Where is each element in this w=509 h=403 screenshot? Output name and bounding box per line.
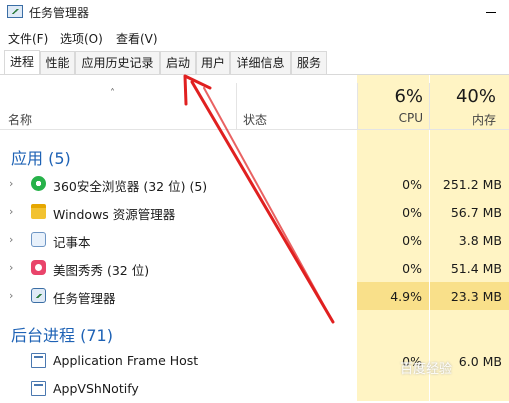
expand-chevron-icon[interactable]: › [9,177,13,190]
expand-chevron-icon[interactable]: › [9,205,13,218]
column-memory[interactable]: 内存 [430,111,496,128]
tab-details[interactable]: 详细信息 [230,51,291,74]
folder-icon [31,204,46,219]
tab-bar: 进程 性能 应用历史记录 启动 用户 详细信息 服务 [0,50,509,75]
memory-cell: 56.7 MB [430,198,509,226]
title-bar: 任务管理器 [0,0,509,26]
memory-value: 6.0 MB [458,354,502,369]
header-divider [0,129,509,130]
memory-cell: 3.8 MB [430,226,509,254]
tab-processes[interactable]: 进程 [4,50,40,75]
table-row[interactable]: › 任务管理器 4.9% 23.3 MB [0,282,509,310]
cpu-cell: 0% [357,170,429,198]
window-icon [31,353,46,368]
process-name: 任务管理器 [53,291,116,306]
process-name: AppVShNotify [53,381,139,396]
process-name: 美图秀秀 (32 位) [53,263,150,278]
cpu-value: 4.9% [390,289,422,304]
tab-performance[interactable]: 性能 [40,51,75,74]
table-row[interactable]: › 美图秀秀 (32 位) 0% 51.4 MB [0,254,509,282]
cpu-value: 0% [402,261,422,276]
sort-ascending-icon: ˄ [110,88,115,99]
column-cpu[interactable]: CPU [357,111,423,125]
memory-cell: 251.2 MB [430,170,509,198]
cpu-value: 0% [402,177,422,192]
menu-view[interactable]: 查看(V) [116,30,158,47]
cpu-cell: 0% [357,254,429,282]
browser-360-icon [31,176,46,191]
memory-value: 51.4 MB [450,261,502,276]
column-name[interactable]: 名称 [8,111,32,128]
task-manager-icon [7,5,23,18]
memory-value: 56.7 MB [450,205,502,220]
notepad-icon [31,232,46,247]
menu-file[interactable]: 文件(F) [8,30,48,47]
meitu-icon [31,260,46,275]
table-row[interactable]: › 记事本 0% 3.8 MB [0,226,509,254]
column-separator[interactable] [236,83,237,130]
memory-cell: 51.4 MB [430,254,509,282]
watermark: 百度经验 [400,362,453,377]
memory-value: 23.3 MB [450,289,502,304]
window-title: 任务管理器 [29,6,90,20]
window-icon [31,381,46,396]
cpu-cell: 0% [357,226,429,254]
taskmgr-icon [31,288,46,303]
cpu-cell: 0% [357,198,429,226]
process-name: Application Frame Host [53,353,199,368]
column-status[interactable]: 状态 [243,111,267,128]
cpu-cell: 4.9% [357,282,429,310]
tab-users[interactable]: 用户 [196,51,230,74]
cpu-cell [357,375,429,403]
section-apps: 应用 (5) [11,149,71,168]
tab-startup[interactable]: 启动 [160,51,196,74]
section-background-processes: 后台进程 (71) [11,326,113,345]
memory-cell [430,375,509,403]
expand-chevron-icon[interactable]: › [9,289,13,302]
expand-chevron-icon[interactable]: › [9,233,13,246]
table-row[interactable]: › 360安全浏览器 (32 位) (5) 0% 251.2 MB [0,170,509,198]
cpu-total: 6% [394,86,423,107]
cpu-value: 0% [402,233,422,248]
memory-value: 3.8 MB [458,233,502,248]
cpu-value: 0% [402,205,422,220]
process-name: 记事本 [53,235,91,250]
process-name: 360安全浏览器 (32 位) (5) [53,179,208,194]
table-row[interactable]: AppVShNotify [0,375,509,403]
tab-services[interactable]: 服务 [291,51,327,74]
tab-app-history[interactable]: 应用历史记录 [75,51,160,74]
table-row[interactable]: › Windows 资源管理器 0% 56.7 MB [0,198,509,226]
minimize-button[interactable] [470,0,509,26]
menu-bar: 文件(F) 选项(O) 查看(V) [0,27,509,47]
memory-total: 40% [455,86,496,107]
process-name: Windows 资源管理器 [53,207,176,222]
expand-chevron-icon[interactable]: › [9,261,13,274]
memory-cell: 23.3 MB [430,282,509,310]
column-header: ˄ 名称 状态 6% CPU 40% 内存 [0,75,509,130]
memory-value: 251.2 MB [442,177,502,192]
menu-options[interactable]: 选项(O) [60,30,103,47]
